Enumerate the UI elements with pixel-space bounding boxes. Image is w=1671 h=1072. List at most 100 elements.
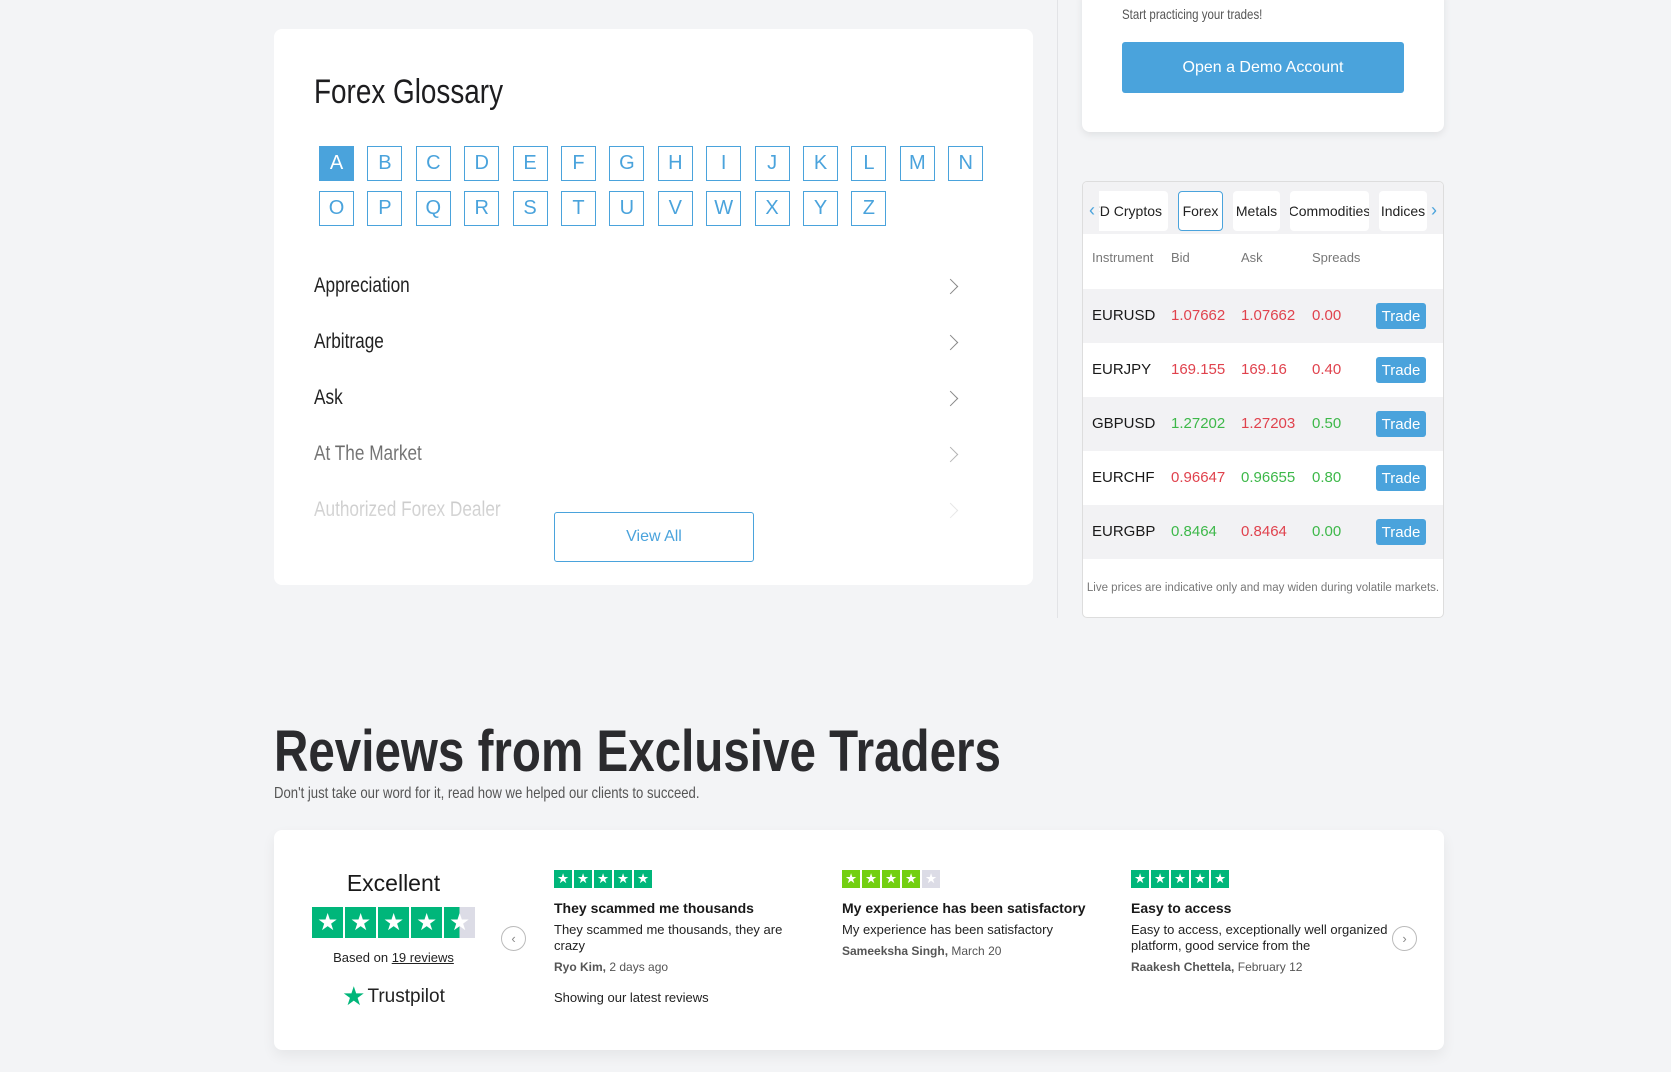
price-row: EURCHF 0.96647 0.96655 0.80 Trade (1083, 451, 1443, 505)
review-item: ★ ★ ★ ★ ★ Easy to access Easy to access, excep… (1131, 870, 1391, 974)
review-stars: ★ ★ ★ ★ ★ (1131, 870, 1391, 888)
based-on-text: Based on 19 reviews (333, 950, 454, 965)
letter-z[interactable]: Z (851, 191, 887, 226)
letter-q[interactable]: Q (415, 191, 451, 226)
demo-account-card: Start practicing your trades! Open a Dem… (1082, 0, 1444, 132)
letter-b[interactable]: B (367, 146, 403, 181)
letter-y[interactable]: Y (803, 191, 838, 226)
glossary-term[interactable]: At The Market (314, 434, 964, 474)
bid-price: 1.27202 (1171, 415, 1226, 432)
chevron-right-icon (942, 390, 959, 406)
glossary-title: Forex Glossary (314, 73, 504, 111)
review-stars: ★ ★ ★ ★ ★ (842, 870, 1102, 888)
ask-price: 0.96655 (1241, 469, 1296, 486)
trade-button[interactable]: Trade (1376, 357, 1426, 383)
chevron-left-icon[interactable]: ‹ (1089, 200, 1095, 221)
header-spreads: Spreads (1312, 250, 1361, 265)
star-icon: ★ (411, 907, 442, 938)
trade-button[interactable]: Trade (1376, 411, 1426, 437)
letter-c[interactable]: C (415, 146, 451, 181)
letter-t[interactable]: T (561, 191, 596, 226)
rating-word: Excellent (346, 870, 441, 896)
spread: 0.80 (1312, 469, 1342, 486)
prices-disclaimer: Live prices are indicative only and may … (1086, 582, 1440, 594)
tab-forex[interactable]: Forex (1178, 191, 1223, 231)
letter-h[interactable]: H (657, 146, 693, 181)
term-label: Ask (314, 386, 343, 409)
tab-metals[interactable]: Metals (1233, 191, 1280, 231)
chevron-right-icon (942, 278, 959, 294)
ask-price: 1.27203 (1241, 415, 1296, 432)
term-label: At The Market (314, 442, 422, 465)
next-review-button[interactable]: › (1392, 926, 1417, 951)
chevron-right-icon[interactable]: › (1431, 200, 1437, 221)
header-bid: Bid (1171, 250, 1190, 265)
letter-g[interactable]: G (609, 146, 645, 181)
demo-text: Start practicing your trades! (1122, 6, 1263, 22)
open-demo-account-button[interactable]: Open a Demo Account (1122, 42, 1404, 93)
review-stars: ★ ★ ★ ★ ★ (554, 870, 814, 888)
spread: 0.00 (1312, 523, 1342, 540)
review-author: Sameeksha Singh, March 20 (842, 944, 1002, 958)
term-label: Arbitrage (314, 330, 384, 353)
letter-n[interactable]: N (948, 146, 984, 181)
ask-price: 0.8464 (1241, 523, 1287, 540)
trade-button[interactable]: Trade (1376, 465, 1426, 491)
star-icon: ★ (922, 870, 940, 888)
ask-price: 169.16 (1241, 361, 1287, 378)
glossary-term[interactable]: Appreciation (314, 266, 964, 306)
trade-button[interactable]: Trade (1376, 303, 1426, 329)
star-icon: ★ (574, 870, 592, 888)
forex-glossary-card: Forex Glossary ABCDEFGHIJKLMN OPQRSTUVWXY… (274, 29, 1033, 585)
star-icon: ★ (634, 870, 652, 888)
star-icon: ★ (614, 870, 632, 888)
price-row: GBPUSD 1.27202 1.27203 0.50 Trade (1083, 397, 1443, 451)
letter-p[interactable]: P (367, 191, 403, 226)
letter-f[interactable]: F (561, 146, 596, 181)
letter-j[interactable]: J (754, 146, 790, 181)
glossary-term[interactable]: Arbitrage (314, 322, 964, 362)
price-row: EURJPY 169.155 169.16 0.40 Trade (1083, 343, 1443, 397)
trustpilot-summary: Excellent ★ ★ ★ ★ ★ Based on 19 reviews ★ Tru… (312, 870, 475, 1012)
star-icon: ★ (882, 870, 900, 888)
letter-e[interactable]: E (512, 146, 548, 181)
tab-indices[interactable]: Indices (1379, 191, 1427, 231)
letter-d[interactable]: D (464, 146, 500, 181)
star-icon: ★ (902, 870, 920, 888)
letter-v[interactable]: V (657, 191, 693, 226)
letter-o[interactable]: O (319, 191, 354, 226)
letter-u[interactable]: U (609, 191, 645, 226)
ask-price: 1.07662 (1241, 307, 1296, 324)
summary-stars: ★ ★ ★ ★ ★ (312, 907, 475, 938)
bid-price: 0.8464 (1171, 523, 1217, 540)
review-body: They scammed me thousands, they are craz… (554, 922, 783, 953)
glossary-term[interactable]: Ask (314, 378, 964, 418)
letter-s[interactable]: S (512, 191, 548, 226)
instrument: EURGBP (1092, 523, 1156, 540)
letter-m[interactable]: M (899, 146, 935, 181)
star-icon: ★ (1151, 870, 1169, 888)
letter-w[interactable]: W (706, 191, 742, 226)
star-icon: ★ (378, 907, 409, 938)
price-row: EURGBP 0.8464 0.8464 0.00 Trade (1083, 505, 1443, 559)
letter-r[interactable]: R (464, 191, 500, 226)
star-icon: ★ (444, 907, 475, 938)
spread: 0.40 (1312, 361, 1342, 378)
instrument: EURCHF (1092, 469, 1155, 486)
star-icon: ★ (1171, 870, 1189, 888)
star-icon: ★ (554, 870, 572, 888)
previous-review-button[interactable]: ‹ (501, 926, 526, 951)
live-prices-widget: ‹ CFD Cryptos Forex Metals Commodities I… (1082, 181, 1444, 618)
reviews-count-link[interactable]: 19 reviews (392, 950, 454, 965)
letter-x[interactable]: X (754, 191, 790, 226)
letter-l[interactable]: L (851, 146, 887, 181)
tab-commodities[interactable]: Commodities (1290, 191, 1369, 231)
term-label: Appreciation (314, 274, 410, 297)
tab-cfd-cryptos[interactable]: CFD Cryptos (1099, 191, 1168, 231)
letter-k[interactable]: K (803, 146, 838, 181)
view-all-button[interactable]: View All (554, 512, 754, 562)
letter-a[interactable]: A (319, 146, 354, 181)
chevron-right-icon (942, 446, 959, 462)
trade-button[interactable]: Trade (1376, 519, 1426, 545)
letter-i[interactable]: I (706, 146, 742, 181)
